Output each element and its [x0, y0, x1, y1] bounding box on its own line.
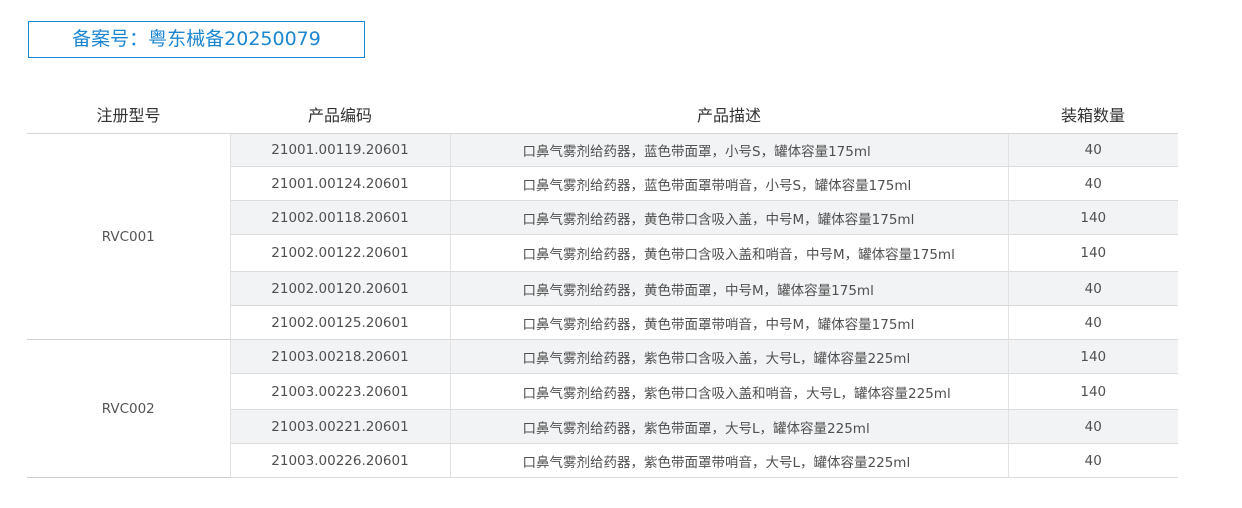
- product-code: 21001.00124.20601: [230, 166, 451, 201]
- box-quantity: 40: [1008, 305, 1178, 340]
- header-description: 产品描述: [450, 95, 1008, 134]
- table-header-row: 注册型号 产品编码 产品描述 装箱数量: [27, 95, 1178, 134]
- product-description: 口鼻气雾剂给药器，蓝色带面罩，小号S，罐体容量175ml: [450, 133, 1009, 167]
- box-quantity: 40: [1008, 133, 1178, 167]
- header-quantity: 装箱数量: [1008, 95, 1178, 134]
- box-quantity: 140: [1008, 200, 1178, 235]
- box-quantity: 40: [1008, 166, 1178, 201]
- box-quantity: 40: [1008, 409, 1178, 444]
- header-model: 注册型号: [27, 95, 230, 134]
- table-row: RVC001 21001.00119.20601 口鼻气雾剂给药器，蓝色带面罩，…: [27, 133, 1178, 340]
- box-quantity: 140: [1008, 373, 1178, 410]
- product-description: 口鼻气雾剂给药器，紫色带面罩，大号L，罐体容量225ml: [450, 409, 1009, 444]
- product-code: 21003.00218.20601: [230, 339, 451, 374]
- product-description: 口鼻气雾剂给药器，黄色带面罩，中号M，罐体容量175ml: [450, 271, 1009, 306]
- product-code: 21002.00118.20601: [230, 200, 451, 235]
- product-code: 21003.00223.20601: [230, 373, 451, 410]
- filing-number-badge: 备案号：粤东械备20250079: [28, 21, 365, 58]
- product-description: 口鼻气雾剂给药器，黄色带口含吸入盖，中号M，罐体容量175ml: [450, 200, 1009, 235]
- product-description: 口鼻气雾剂给药器，黄色带口含吸入盖和哨音，中号M，罐体容量175ml: [450, 234, 1009, 272]
- product-description: 口鼻气雾剂给药器，黄色带面罩带哨音，中号M，罐体容量175ml: [450, 305, 1009, 340]
- product-description: 口鼻气雾剂给药器，紫色带口含吸入盖，大号L，罐体容量225ml: [450, 339, 1009, 374]
- box-quantity: 40: [1008, 271, 1178, 306]
- table-row: RVC002 21003.00218.20601 口鼻气雾剂给药器，紫色带口含吸…: [27, 339, 1178, 478]
- product-code: 21002.00122.20601: [230, 234, 451, 272]
- product-code: 21003.00221.20601: [230, 409, 451, 444]
- product-code: 21002.00125.20601: [230, 305, 451, 340]
- product-description: 口鼻气雾剂给药器，紫色带面罩带哨音，大号L，罐体容量225ml: [450, 443, 1009, 478]
- model-cell: RVC002: [27, 339, 231, 478]
- product-description: 口鼻气雾剂给药器，蓝色带面罩带哨音，小号S，罐体容量175ml: [450, 166, 1009, 201]
- product-code: 21003.00226.20601: [230, 443, 451, 478]
- model-cell: RVC001: [27, 133, 231, 340]
- box-quantity: 40: [1008, 443, 1178, 478]
- box-quantity: 140: [1008, 339, 1178, 374]
- box-quantity: 140: [1008, 234, 1178, 272]
- product-code: 21001.00119.20601: [230, 133, 451, 167]
- header-code: 产品编码: [230, 95, 450, 134]
- product-code: 21002.00120.20601: [230, 271, 451, 306]
- page: 备案号：粤东械备20250079 注册型号 产品编码 产品描述 装箱数量 RVC…: [0, 0, 1242, 508]
- product-description: 口鼻气雾剂给药器，紫色带口含吸入盖和哨音，大号L，罐体容量225ml: [450, 373, 1009, 410]
- product-spec-table: 注册型号 产品编码 产品描述 装箱数量 RVC001 21001.00119.2…: [27, 95, 1178, 478]
